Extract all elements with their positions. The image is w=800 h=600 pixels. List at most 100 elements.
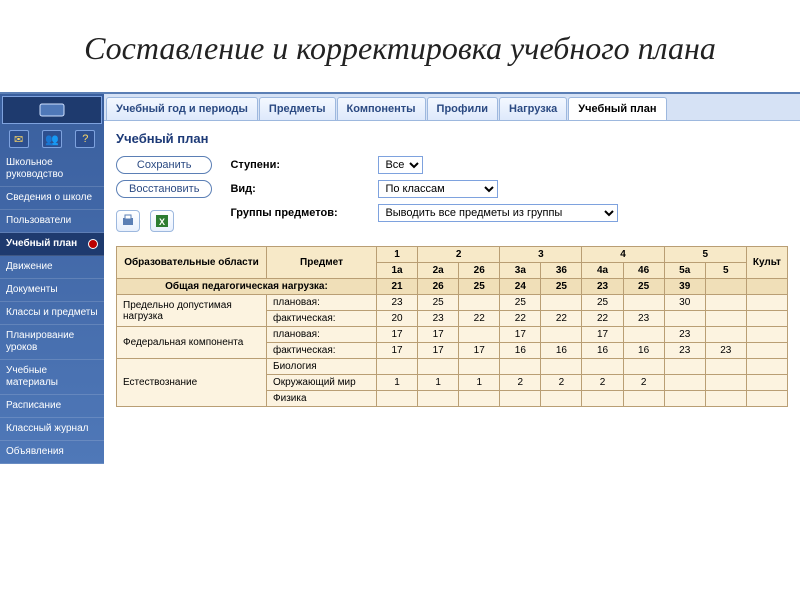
excel-icon[interactable]: X (150, 210, 174, 232)
cell[interactable] (664, 311, 705, 327)
cell[interactable]: 2 (541, 375, 582, 391)
cell[interactable] (459, 359, 500, 375)
cell[interactable] (500, 391, 541, 407)
cell[interactable]: 16 (541, 343, 582, 359)
cell[interactable]: 25 (541, 279, 582, 295)
cell[interactable] (623, 327, 664, 343)
cell[interactable]: 17 (500, 327, 541, 343)
tab-1[interactable]: Предметы (259, 97, 336, 120)
cell[interactable]: 1 (377, 375, 418, 391)
cell[interactable] (623, 295, 664, 311)
cell[interactable] (541, 295, 582, 311)
help-icon[interactable]: ? (75, 130, 95, 148)
cell[interactable] (377, 359, 418, 375)
cell[interactable]: 22 (541, 311, 582, 327)
sidebar-item-11[interactable]: Объявления (0, 441, 104, 464)
cell[interactable]: 23 (377, 295, 418, 311)
cell[interactable] (705, 375, 746, 391)
cell[interactable]: 22 (582, 311, 623, 327)
cell[interactable]: 16 (500, 343, 541, 359)
cell[interactable]: 23 (664, 343, 705, 359)
cell[interactable]: 39 (664, 279, 705, 295)
cell[interactable]: 23 (664, 327, 705, 343)
save-button[interactable]: Сохранить (116, 156, 212, 174)
cell[interactable] (705, 295, 746, 311)
stupeni-select[interactable]: Все (378, 156, 423, 174)
sidebar-item-1[interactable]: Сведения о школе (0, 187, 104, 210)
cell[interactable]: 23 (582, 279, 623, 295)
cell[interactable] (705, 327, 746, 343)
cell[interactable]: 25 (623, 279, 664, 295)
cell[interactable] (541, 327, 582, 343)
sidebar-item-4[interactable]: Движение (0, 256, 104, 279)
cell[interactable]: 25 (500, 295, 541, 311)
cell[interactable] (705, 359, 746, 375)
cell[interactable] (664, 375, 705, 391)
cell[interactable]: 24 (500, 279, 541, 295)
users-icon[interactable]: 👥 (42, 130, 62, 148)
sidebar-item-8[interactable]: Учебные материалы (0, 360, 104, 395)
groups-select[interactable]: Выводить все предметы из группы (378, 204, 618, 222)
cell[interactable]: 23 (705, 343, 746, 359)
cell[interactable]: 23 (418, 311, 459, 327)
sidebar-item-10[interactable]: Классный журнал (0, 418, 104, 441)
cell[interactable]: 17 (377, 343, 418, 359)
cell[interactable] (459, 327, 500, 343)
cell[interactable] (418, 391, 459, 407)
cell[interactable]: 22 (500, 311, 541, 327)
cell[interactable]: 25 (582, 295, 623, 311)
cell[interactable]: 23 (623, 311, 664, 327)
cell[interactable] (664, 359, 705, 375)
cell[interactable]: 1 (459, 375, 500, 391)
cell[interactable]: 17 (418, 327, 459, 343)
cell[interactable] (500, 359, 541, 375)
cell[interactable]: 16 (623, 343, 664, 359)
tab-3[interactable]: Профили (427, 97, 498, 120)
cell[interactable]: 26 (418, 279, 459, 295)
cell[interactable] (705, 279, 746, 295)
cell[interactable] (705, 311, 746, 327)
cell[interactable]: 25 (459, 279, 500, 295)
cell[interactable] (582, 359, 623, 375)
vid-select[interactable]: По классам (378, 180, 498, 198)
cell[interactable]: 25 (418, 295, 459, 311)
sidebar-item-6[interactable]: Классы и предметы (0, 302, 104, 325)
cell[interactable] (623, 391, 664, 407)
cell[interactable] (582, 391, 623, 407)
cell[interactable]: 22 (459, 311, 500, 327)
cell[interactable]: 2 (582, 375, 623, 391)
cell[interactable]: 16 (582, 343, 623, 359)
cell[interactable]: 20 (377, 311, 418, 327)
cell[interactable] (664, 391, 705, 407)
cell[interactable]: 1 (418, 375, 459, 391)
cell[interactable]: 17 (418, 343, 459, 359)
cell[interactable] (541, 359, 582, 375)
tab-4[interactable]: Нагрузка (499, 97, 567, 120)
sidebar-item-7[interactable]: Планирование уроков (0, 325, 104, 360)
restore-button[interactable]: Восстановить (116, 180, 212, 198)
cell[interactable]: 2 (500, 375, 541, 391)
sidebar-item-9[interactable]: Расписание (0, 395, 104, 418)
tab-0[interactable]: Учебный год и периоды (106, 97, 258, 120)
tab-5[interactable]: Учебный план (568, 97, 666, 120)
print-icon[interactable] (116, 210, 140, 232)
mail-icon[interactable]: ✉ (9, 130, 29, 148)
cell[interactable] (459, 295, 500, 311)
cell[interactable] (541, 391, 582, 407)
cell[interactable] (705, 391, 746, 407)
cell[interactable] (377, 391, 418, 407)
tab-2[interactable]: Компоненты (337, 97, 426, 120)
cell[interactable]: 30 (664, 295, 705, 311)
cell[interactable]: 17 (582, 327, 623, 343)
cell[interactable]: 17 (459, 343, 500, 359)
cell[interactable] (418, 359, 459, 375)
sidebar-item-5[interactable]: Документы (0, 279, 104, 302)
sidebar-item-3[interactable]: Учебный план (0, 233, 104, 256)
cell[interactable]: 17 (377, 327, 418, 343)
sidebar-item-2[interactable]: Пользователи (0, 210, 104, 233)
cell[interactable] (459, 391, 500, 407)
cell[interactable]: 2 (623, 375, 664, 391)
cell[interactable] (623, 359, 664, 375)
cell[interactable]: 21 (377, 279, 418, 295)
sidebar-item-0[interactable]: Школьное руководство (0, 152, 104, 187)
